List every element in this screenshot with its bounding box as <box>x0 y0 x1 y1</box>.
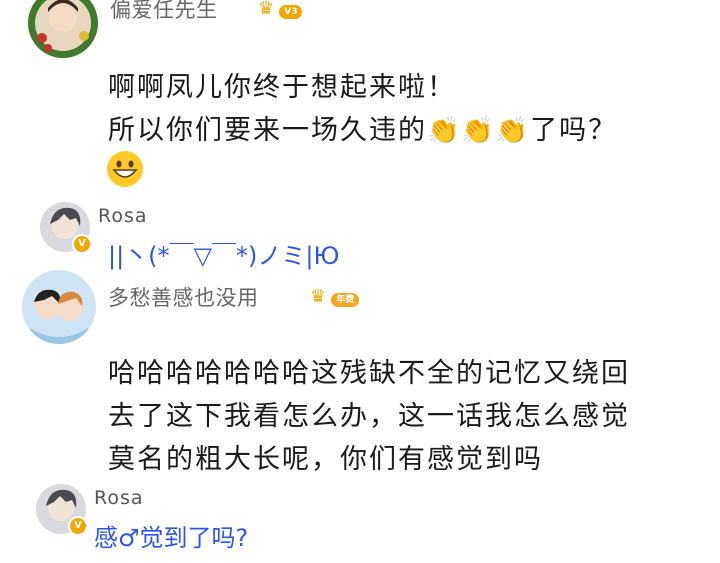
verified-badge: V <box>68 516 88 536</box>
verified-label: V <box>78 238 86 249</box>
reply-text: 感♂觉到了吗? <box>94 524 249 552</box>
crown-icon: ♛ <box>258 0 275 19</box>
comment-username[interactable]: Rosa <box>98 205 148 227</box>
avatar[interactable] <box>22 270 96 344</box>
avatar-image <box>22 270 96 344</box>
verified-label: V <box>74 520 82 531</box>
crown-icon: ♛ <box>310 286 327 307</box>
comment-line: 啊啊凤儿你终于想起来啦！ <box>108 72 456 103</box>
vip-badge: ♛ V3 <box>258 0 303 19</box>
comment-line: 哈哈哈哈哈哈哈这残缺不全的记忆又绕回 <box>108 358 630 389</box>
comment-username[interactable]: 多愁善感也没用 <box>108 282 259 312</box>
vip-level: V3 <box>279 5 303 19</box>
comment-line-text: 所以你们要来一场久违的 <box>108 115 427 146</box>
avatar[interactable] <box>28 0 98 58</box>
clap-icon: 👏 <box>461 116 496 146</box>
grin-icon <box>106 150 144 192</box>
comment-line: 所以你们要来一场久违的👏👏👏了吗？ <box>108 109 617 153</box>
reply-text: ||丶(*￣▽￣*)ノミ|Ю <box>108 242 340 270</box>
annual-vip-label: 年费 <box>331 293 360 307</box>
comment-username[interactable]: Rosa <box>94 487 144 509</box>
vip-badge: ♛ 年费 <box>310 286 360 307</box>
comment-text: 啊啊凤儿你终于想起来啦！ 所以你们要来一场久违的👏👏👏了吗？ <box>108 66 617 153</box>
clap-icon: 👏 <box>427 116 462 146</box>
clap-icon: 👏 <box>495 116 531 146</box>
comment-username[interactable]: 偏爱任先生 <box>110 0 218 24</box>
avatar-image <box>28 0 98 58</box>
comment-text: 哈哈哈哈哈哈哈这残缺不全的记忆又绕回 去了这下我看怎么办，这一话我怎么感觉 莫名… <box>108 352 630 481</box>
verified-badge: V <box>72 234 92 254</box>
comment-line-text: 了吗？ <box>530 115 618 146</box>
comment-line: 莫名的粗大长呢，你们有感觉到吗 <box>108 444 543 475</box>
comment-line: 去了这下我看怎么办，这一话我怎么感觉 <box>108 401 630 432</box>
